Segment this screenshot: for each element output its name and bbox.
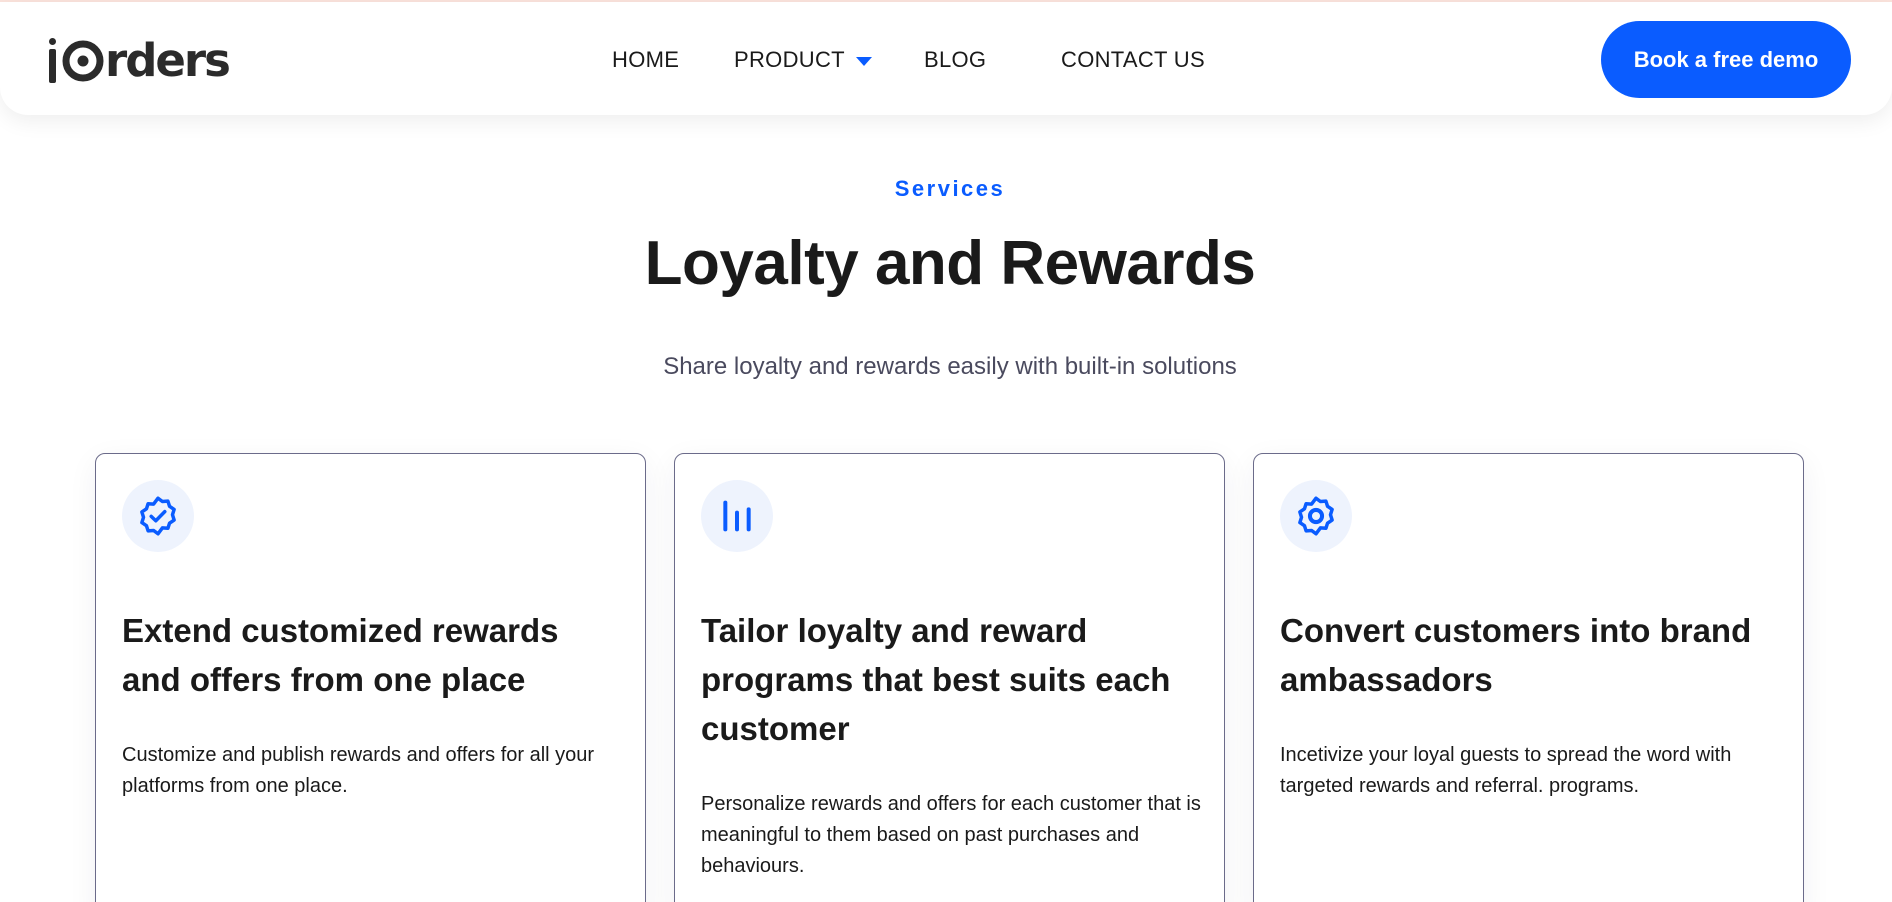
card-title: Convert customers into brand ambassadors (1280, 612, 1752, 698)
page: rders HOME PRODUCT BLOG CONTACT US Book … (0, 0, 1892, 902)
chevron-down-icon (855, 56, 872, 66)
nav-product-label: PRODUCT (734, 47, 845, 72)
verified-badge-icon (122, 480, 194, 552)
card-title: Extend customized rewards and offers fro… (122, 612, 559, 698)
nav-product[interactable]: PRODUCT (734, 47, 872, 73)
book-demo-button[interactable]: Book a free demo (1601, 21, 1851, 98)
section-eyebrow: Services (894, 176, 1006, 201)
card-title: Tailor loyalty and reward programs that … (701, 612, 1171, 747)
page-title: Loyalty and Rewards (644, 229, 1256, 298)
page-subtitle: Share loyalty and rewards easily with bu… (663, 353, 1237, 380)
card-description: Incetivize your loyal guests to spread t… (1280, 744, 1732, 797)
feature-card-programs: Tailor loyalty and reward programs that … (674, 453, 1225, 902)
feature-card-ambassadors: Convert customers into brand ambassadors… (1253, 453, 1804, 902)
gear-icon (1280, 480, 1352, 552)
nav-blog[interactable]: BLOG (924, 47, 986, 73)
site-header: rders HOME PRODUCT BLOG CONTACT US Book … (0, 2, 1892, 115)
nav-home[interactable]: HOME (612, 47, 679, 73)
nav-contact-us[interactable]: CONTACT US (1061, 47, 1205, 73)
card-description: Personalize rewards and offers for each … (701, 793, 1201, 877)
bar-chart-icon (701, 480, 773, 552)
card-description: Customize and publish rewards and offers… (122, 744, 595, 797)
feature-card-rewards: Extend customized rewards and offers fro… (95, 453, 646, 902)
